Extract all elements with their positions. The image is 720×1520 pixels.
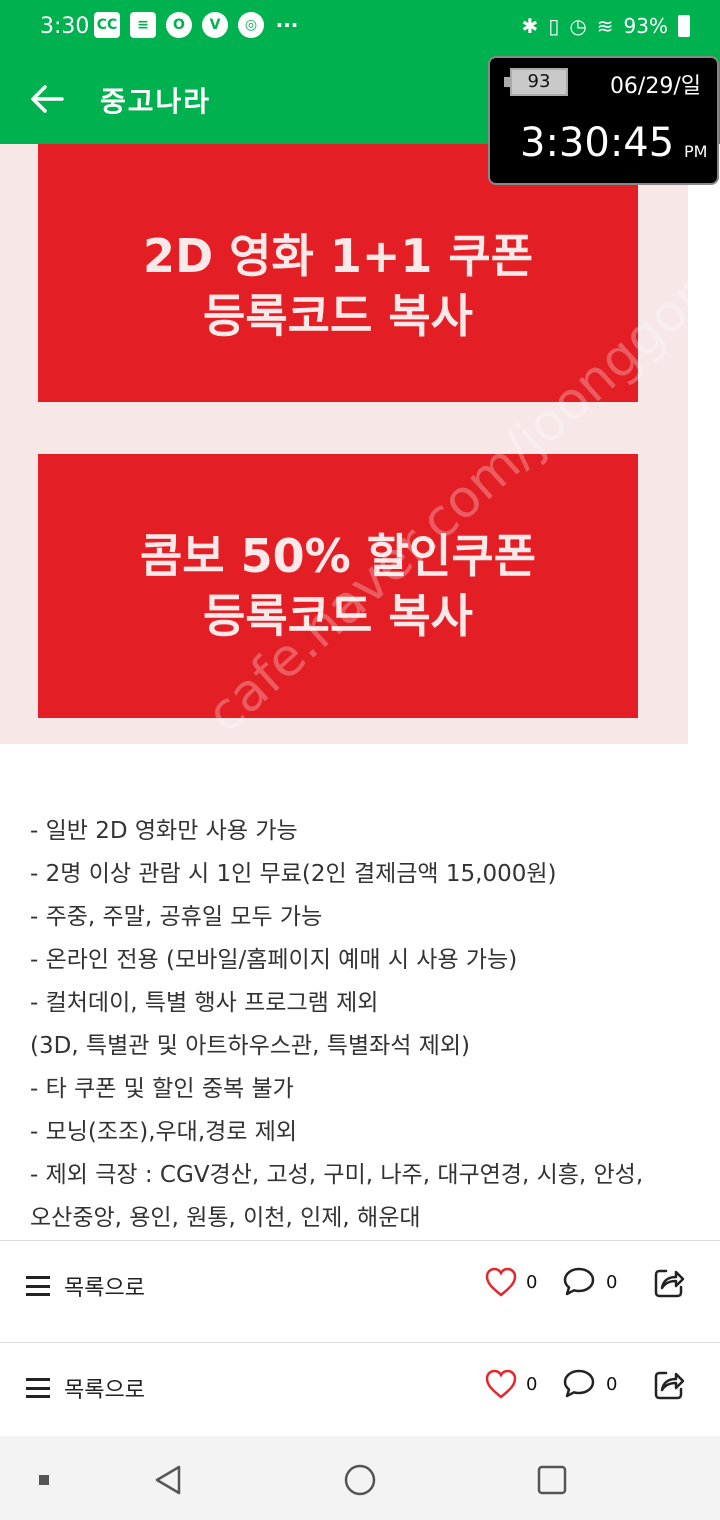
comment-count: 0 (606, 1271, 618, 1293)
share-button[interactable] (652, 1266, 686, 1304)
comment-button[interactable]: 0 (562, 1266, 617, 1298)
list-button[interactable]: 목록으로 (26, 1270, 145, 1302)
action-row-1: 목록으로 0 0 (0, 1240, 720, 1340)
list-button-label: 목록으로 (64, 1276, 145, 1301)
wifi-signal-icon: ≋ (596, 14, 614, 38)
system-icons: ✱ ▯ ◷ ≋ 93% (522, 14, 690, 38)
arrow-left-icon (31, 85, 64, 113)
clock-time: 3:30:45 (520, 120, 675, 166)
heart-icon (485, 1369, 517, 1399)
action-row-2: 목록으로 0 0 (0, 1342, 720, 1442)
heart-icon (485, 1267, 517, 1297)
square-recents-icon (537, 1465, 567, 1495)
clock-battery: 93 (504, 68, 568, 96)
post-line: - 2명 이상 관람 시 1인 무료(2인 결제금액 15,000원) (30, 861, 557, 887)
alarm-icon: ◷ (569, 14, 587, 38)
comment-count: 0 (606, 1373, 618, 1395)
post-line: - 일반 2D 영화만 사용 가능 (30, 818, 298, 844)
battery-icon (678, 15, 690, 37)
nav-home-button[interactable] (340, 1460, 380, 1500)
coupon-2-line-2: 등록코드 복사 (203, 589, 473, 643)
comment-icon (563, 1267, 595, 1296)
post-line: 오산중앙, 용인, 원통, 이천, 인제, 해운대 (30, 1205, 421, 1231)
like-button[interactable]: 0 (484, 1368, 537, 1400)
notification-icons: CC ≡ O V ◎ ··· (94, 12, 300, 38)
post-line: - 제외 극장 : CGV경산, 고성, 구미, 나주, 대구연경, 시흥, 안… (30, 1162, 644, 1188)
list-icon: ≡ (130, 12, 156, 38)
post-line: (3D, 특별관 및 아트하우스관, 특별좌석 제외) (30, 1033, 471, 1059)
post-line: - 컬처데이, 특별 행사 프로그램 제외 (30, 990, 379, 1016)
coupon-2-line-1: 콤보 50% 할인쿠폰 (139, 529, 537, 583)
share-icon (654, 1269, 685, 1298)
status-time: 3:30 (40, 14, 90, 39)
cc-icon: CC (94, 12, 120, 38)
image-margin (688, 144, 720, 744)
like-count: 0 (526, 1271, 538, 1293)
vibrate-icon: ▯ (548, 14, 560, 38)
post-image: 2D 영화 1+1 쿠폰 등록코드 복사 콤보 50% 할인쿠폰 등록코드 복사… (0, 144, 688, 744)
back-button[interactable] (22, 74, 72, 124)
share-icon (654, 1371, 685, 1400)
system-nav-bar (0, 1436, 720, 1520)
o-icon: O (166, 12, 192, 38)
list-button-label: 목록으로 (64, 1378, 145, 1403)
nav-menu-button[interactable] (24, 1460, 64, 1500)
clock-ampm: PM (684, 142, 708, 161)
clock-date: 06/29/일 (609, 74, 701, 99)
nav-recents-button[interactable] (532, 1460, 572, 1500)
circle-home-icon (344, 1464, 376, 1496)
list-button[interactable]: 목록으로 (26, 1372, 145, 1404)
triangle-back-icon (155, 1465, 181, 1495)
v-icon: V (202, 12, 228, 38)
comment-icon (563, 1369, 595, 1398)
small-square-icon (39, 1475, 49, 1485)
bluetooth-icon: ✱ (521, 14, 539, 38)
nav-back-button[interactable] (148, 1460, 188, 1500)
menu-icon (26, 1378, 50, 1398)
more-dots-icon: ··· (275, 13, 299, 37)
like-button[interactable]: 0 (484, 1266, 537, 1298)
comment-button[interactable]: 0 (562, 1368, 617, 1400)
share-button[interactable] (652, 1368, 686, 1406)
menu-icon (26, 1276, 50, 1296)
globe-icon: ◎ (238, 12, 264, 38)
app-title: 중고나라 (100, 85, 212, 118)
coupon-1-line-1: 2D 영화 1+1 쿠폰 (142, 229, 534, 283)
like-count: 0 (526, 1373, 538, 1395)
post-line: - 모닝(조조),우대,경로 제외 (30, 1119, 298, 1145)
post-line: - 온라인 전용 (모바일/홈페이지 예매 시 사용 가능) (30, 947, 518, 973)
battery-percent: 93% (623, 14, 668, 38)
clock-widget[interactable]: 93 06/29/일 3:30:45 PM (488, 56, 719, 185)
coupon-1-line-2: 등록코드 복사 (203, 289, 473, 343)
post-line: - 주중, 주말, 공휴일 모두 가능 (30, 904, 323, 930)
status-bar: 3:30 CC ≡ O V ◎ ··· ✱ ▯ ◷ ≋ 93% (0, 0, 720, 56)
post-content: - 일반 2D 영화만 사용 가능 - 2명 이상 관람 시 1인 무료(2인 … (30, 810, 710, 1240)
coupon-banner-2: 콤보 50% 할인쿠폰 등록코드 복사 (38, 454, 638, 718)
post-line: - 타 쿠폰 및 할인 중복 불가 (30, 1076, 294, 1102)
